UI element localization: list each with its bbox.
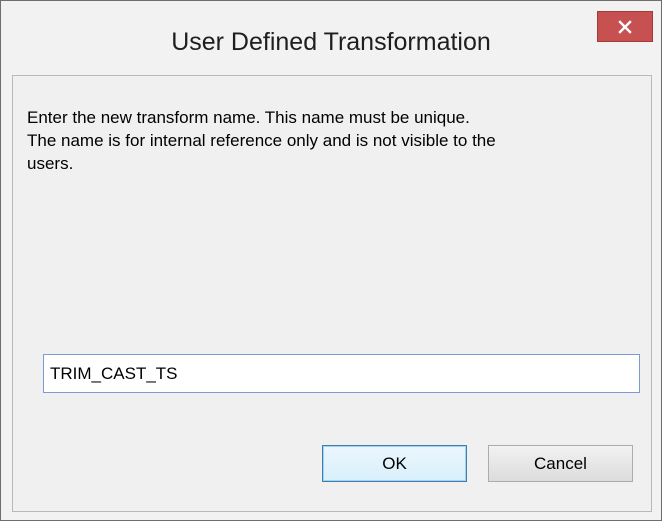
ok-button-label: OK [382, 453, 407, 473]
title-bar[interactable]: User Defined Transformation [1, 1, 661, 75]
dialog-title: User Defined Transformation [171, 28, 491, 56]
close-icon [618, 19, 632, 34]
dialog-content: Enter the new transform name. This name … [12, 75, 652, 512]
dialog-window: User Defined Transformation Enter the ne… [0, 0, 662, 521]
cancel-button-label: Cancel [534, 453, 587, 473]
cancel-button[interactable]: Cancel [488, 445, 633, 482]
instruction-text: Enter the new transform name. This name … [27, 108, 496, 173]
transform-name-input[interactable] [43, 354, 640, 393]
ok-button[interactable]: OK [322, 445, 467, 482]
close-button[interactable] [597, 11, 653, 42]
